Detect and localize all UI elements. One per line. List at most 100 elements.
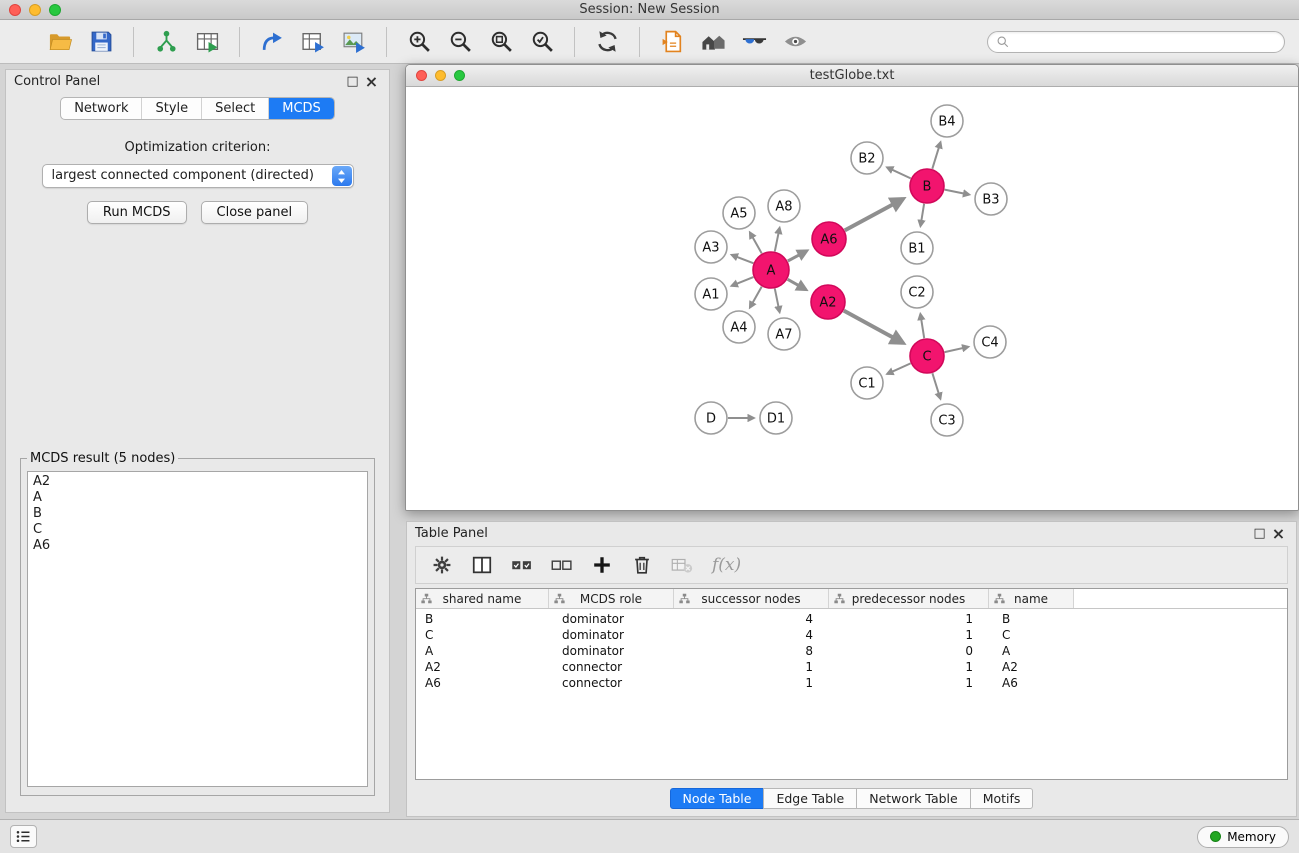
- edge-B-B4[interactable]: [932, 142, 940, 169]
- delete-table-button[interactable]: [668, 551, 696, 579]
- control-panel-close-button[interactable]: ×: [362, 75, 381, 89]
- network-close-traffic-light-icon[interactable]: [416, 70, 427, 81]
- select-all-button[interactable]: [508, 551, 536, 579]
- edge-A-A6[interactable]: [788, 251, 807, 261]
- column-header-predecessor-nodes[interactable]: predecessor nodes: [829, 589, 989, 608]
- edge-A-A1[interactable]: [732, 277, 754, 286]
- tab-network-table[interactable]: Network Table: [856, 788, 971, 809]
- mcds-result-list[interactable]: A2ABCA6: [27, 471, 368, 787]
- eye-button[interactable]: [777, 24, 813, 60]
- task-history-button[interactable]: [10, 825, 37, 848]
- edge-B-B1[interactable]: [921, 204, 925, 226]
- tab-style[interactable]: Style: [141, 98, 201, 119]
- import-table-button[interactable]: [189, 24, 225, 60]
- edge-B-B3[interactable]: [945, 190, 970, 195]
- zoom-traffic-light-icon[interactable]: [49, 4, 61, 16]
- search-input[interactable]: [1014, 35, 1276, 49]
- tab-motifs[interactable]: Motifs: [970, 788, 1034, 809]
- edge-C-C1[interactable]: [887, 363, 910, 374]
- node-A1[interactable]: A1: [695, 278, 727, 310]
- deselect-all-button[interactable]: [548, 551, 576, 579]
- open-session-button[interactable]: [42, 24, 78, 60]
- node-D1[interactable]: D1: [760, 402, 792, 434]
- edge-C-C2[interactable]: [920, 314, 924, 338]
- network-graph[interactable]: A A6 A2 B C A1 A3 A4 A5 A7 A8 B1 B2 B3 B4 C1 C2 C3 C4 D D1: [406, 87, 1298, 510]
- export-network-button[interactable]: [254, 24, 290, 60]
- zoom-fit-button[interactable]: [483, 24, 519, 60]
- table-panel-float-button[interactable]: □: [1250, 526, 1269, 541]
- node-B[interactable]: B: [910, 169, 944, 203]
- node-C4[interactable]: C4: [974, 326, 1006, 358]
- edge-A6-B[interactable]: [845, 199, 903, 230]
- node-C1[interactable]: C1: [851, 367, 883, 399]
- column-header-shared-name[interactable]: shared name: [416, 589, 549, 608]
- tab-select[interactable]: Select: [201, 98, 268, 119]
- table-row[interactable]: Adominator80A: [416, 643, 1287, 659]
- node-A2[interactable]: A2: [811, 285, 845, 319]
- column-header-name[interactable]: name: [989, 589, 1074, 608]
- edge-A-A5[interactable]: [750, 232, 762, 253]
- edge-C-C3[interactable]: [932, 373, 940, 399]
- import-network-button[interactable]: [148, 24, 184, 60]
- save-session-button[interactable]: [83, 24, 119, 60]
- node-B2[interactable]: B2: [851, 142, 883, 174]
- node-A[interactable]: A: [753, 252, 789, 288]
- zoom-selected-button[interactable]: [524, 24, 560, 60]
- table-row[interactable]: Bdominator41B: [416, 611, 1287, 627]
- edge-A-A2[interactable]: [788, 279, 806, 289]
- network-minimize-traffic-light-icon[interactable]: [435, 70, 446, 81]
- node-A4[interactable]: A4: [723, 311, 755, 343]
- table-panel-close-button[interactable]: ×: [1269, 527, 1288, 541]
- run-mcds-button[interactable]: Run MCDS: [87, 201, 187, 224]
- refresh-view-button[interactable]: [589, 24, 625, 60]
- edge-B-B2[interactable]: [887, 167, 911, 178]
- search-box[interactable]: [987, 31, 1285, 53]
- fx-icon[interactable]: f(x): [708, 555, 745, 575]
- table-row[interactable]: Cdominator41C: [416, 627, 1287, 643]
- edge-C-C4[interactable]: [945, 347, 969, 352]
- edge-A-A7[interactable]: [775, 289, 780, 313]
- criterion-dropdown[interactable]: largest connected component (directed): [42, 164, 354, 188]
- node-D[interactable]: D: [695, 402, 727, 434]
- column-header-successor-nodes[interactable]: successor nodes: [674, 589, 829, 608]
- node-C2[interactable]: C2: [901, 276, 933, 308]
- network-canvas[interactable]: A A6 A2 B C A1 A3 A4 A5 A7 A8 B1 B2 B3 B4 C1 C2 C3 C4 D D1: [406, 87, 1298, 511]
- tab-mcds[interactable]: MCDS: [268, 98, 334, 119]
- memory-button[interactable]: Memory: [1197, 826, 1289, 848]
- add-row-button[interactable]: [588, 551, 616, 579]
- export-table-button[interactable]: [295, 24, 331, 60]
- home-button[interactable]: [695, 24, 731, 60]
- node-B1[interactable]: B1: [901, 232, 933, 264]
- column-header-MCDS-role[interactable]: MCDS role: [549, 589, 674, 608]
- edge-A-A4[interactable]: [750, 287, 762, 308]
- zoom-in-button[interactable]: [401, 24, 437, 60]
- table-row[interactable]: A6connector11A6: [416, 675, 1287, 691]
- node-C[interactable]: C: [910, 339, 944, 373]
- minimize-traffic-light-icon[interactable]: [29, 4, 41, 16]
- tab-node-table[interactable]: Node Table: [670, 788, 765, 809]
- report-button[interactable]: [654, 24, 690, 60]
- delete-row-button[interactable]: [628, 551, 656, 579]
- edge-A-A3[interactable]: [732, 255, 754, 263]
- columns-button[interactable]: [468, 551, 496, 579]
- zoom-out-button[interactable]: [442, 24, 478, 60]
- node-C3[interactable]: C3: [931, 404, 963, 436]
- glasses-button[interactable]: [736, 24, 772, 60]
- close-panel-button[interactable]: Close panel: [201, 201, 309, 224]
- settings-button[interactable]: [428, 551, 456, 579]
- node-B3[interactable]: B3: [975, 183, 1007, 215]
- export-image-button[interactable]: [336, 24, 372, 60]
- node-A7[interactable]: A7: [768, 318, 800, 350]
- close-traffic-light-icon[interactable]: [9, 4, 21, 16]
- node-B4[interactable]: B4: [931, 105, 963, 137]
- network-zoom-traffic-light-icon[interactable]: [454, 70, 465, 81]
- table-row[interactable]: A2connector11A2: [416, 659, 1287, 675]
- tab-edge-table[interactable]: Edge Table: [763, 788, 857, 809]
- node-A8[interactable]: A8: [768, 190, 800, 222]
- edge-A-A8[interactable]: [775, 228, 780, 252]
- control-panel-float-button[interactable]: □: [343, 74, 362, 89]
- node-A6[interactable]: A6: [812, 222, 846, 256]
- node-A5[interactable]: A5: [723, 197, 755, 229]
- tab-network[interactable]: Network: [61, 98, 141, 119]
- node-A3[interactable]: A3: [695, 231, 727, 263]
